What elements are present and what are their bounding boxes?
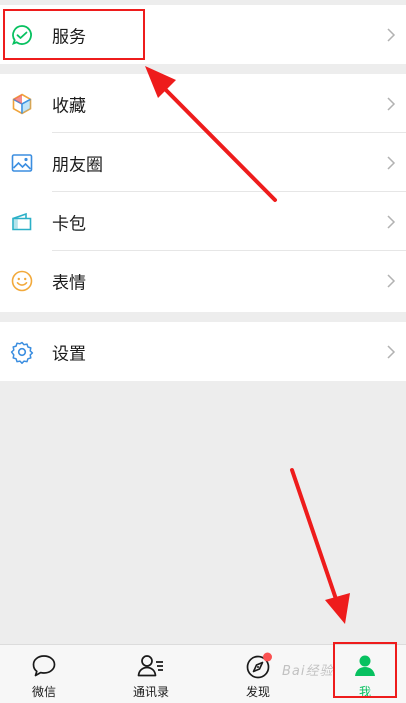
- annotation-arrows: [145, 66, 350, 624]
- arrow-to-service: [145, 66, 277, 202]
- arrow-to-me-tab: [290, 468, 350, 624]
